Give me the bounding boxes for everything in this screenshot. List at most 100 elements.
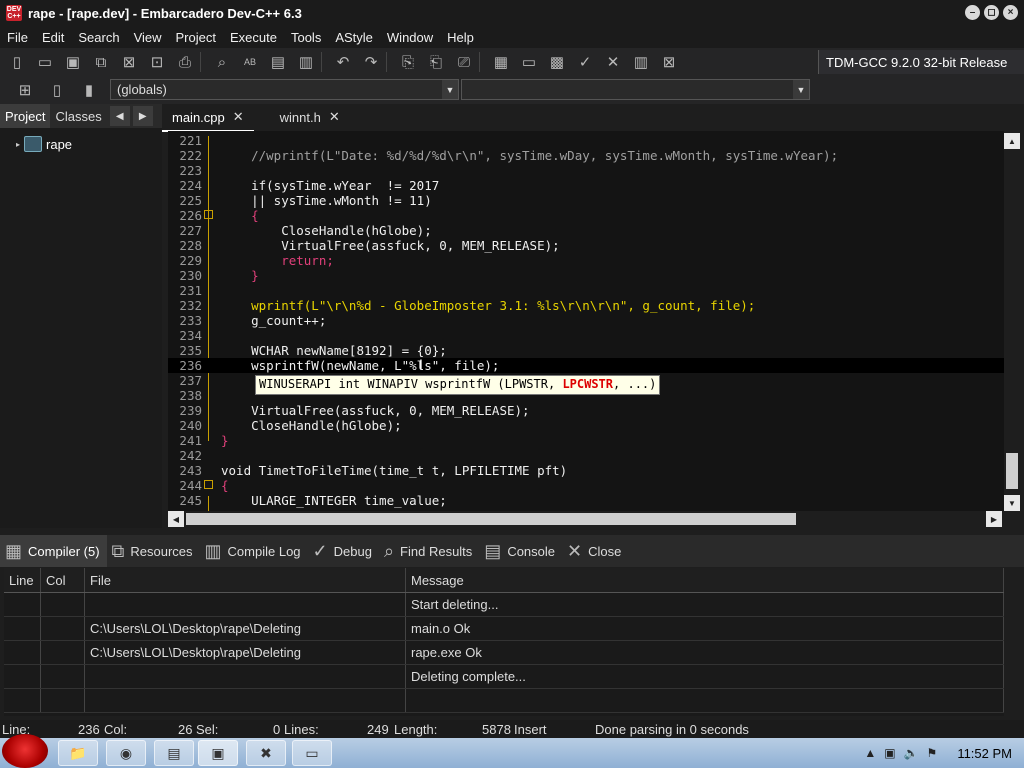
menu-edit[interactable]: Edit bbox=[35, 30, 71, 45]
column-header[interactable]: Col bbox=[41, 568, 85, 592]
stop-execution-icon[interactable]: ✕ bbox=[602, 51, 624, 73]
scroll-up-icon[interactable]: ▲ bbox=[1004, 133, 1020, 149]
check-icon: ✓ bbox=[312, 540, 328, 561]
project-options-icon[interactable]: ⎚ bbox=[453, 51, 475, 73]
menu-window[interactable]: Window bbox=[380, 30, 440, 45]
chevron-down-icon[interactable]: ▼ bbox=[793, 80, 809, 99]
tab-compiler[interactable]: ▦ Compiler (5) bbox=[0, 535, 107, 567]
tab-compile-log[interactable]: ▥ Compile Log bbox=[200, 535, 308, 567]
column-header[interactable]: File bbox=[85, 568, 406, 592]
menu-astyle[interactable]: AStyle bbox=[328, 30, 380, 45]
print-icon[interactable]: ⎙ bbox=[174, 51, 196, 73]
menu-project[interactable]: Project bbox=[169, 30, 223, 45]
redo-icon[interactable]: ↷ bbox=[360, 51, 382, 73]
scroll-thumb[interactable] bbox=[1006, 453, 1018, 489]
compiler-select[interactable]: TDM-GCC 9.2.0 32-bit Release bbox=[818, 50, 1024, 74]
horizontal-scrollbar[interactable]: ◀ ▶ bbox=[168, 511, 1004, 527]
expand-icon[interactable]: ▸ bbox=[16, 140, 20, 149]
code-line: 242 bbox=[179, 448, 202, 463]
code-editor[interactable]: 221 222 //wprintf(L"Date: %d/%d/%d\r\n",… bbox=[168, 131, 1004, 511]
devcpp-task-icon[interactable]: ▣ bbox=[198, 740, 238, 766]
tab-main-cpp[interactable]: main.cpp ✕ bbox=[162, 104, 254, 132]
explorer-icon[interactable]: 📁 bbox=[58, 740, 98, 766]
save-icon[interactable]: ▣ bbox=[62, 51, 84, 73]
chrome-icon[interactable]: ◉ bbox=[106, 740, 146, 766]
start-button[interactable] bbox=[2, 734, 48, 768]
window-icon[interactable]: ▭ bbox=[292, 740, 332, 766]
debug-icon[interactable]: ⊠ bbox=[658, 51, 680, 73]
menu-file[interactable]: File bbox=[0, 30, 35, 45]
menu-help[interactable]: Help bbox=[440, 30, 481, 45]
chart-icon[interactable]: ▥ bbox=[630, 51, 652, 73]
menu-execute[interactable]: Execute bbox=[223, 30, 284, 45]
column-header[interactable]: Message bbox=[406, 568, 1004, 592]
menu-search[interactable]: Search bbox=[71, 30, 126, 45]
rebuild-icon[interactable]: ✓ bbox=[574, 51, 596, 73]
tab-debug[interactable]: ✓ Debug bbox=[308, 535, 379, 567]
x64dbg-icon[interactable]: ✖ bbox=[246, 740, 286, 766]
unindent-icon[interactable]: ▥ bbox=[295, 51, 317, 73]
chevron-left-icon[interactable]: ◀ bbox=[109, 106, 130, 126]
open-file-icon[interactable]: ▭ bbox=[34, 51, 56, 73]
bookmark-icon[interactable]: ▯ bbox=[46, 79, 68, 101]
scroll-down-icon[interactable]: ▼ bbox=[1004, 495, 1020, 511]
compile-run-icon[interactable]: ▩ bbox=[546, 51, 568, 73]
code-text: { bbox=[221, 208, 259, 223]
fold-toggle-icon[interactable] bbox=[204, 480, 213, 489]
close-all-icon[interactable]: ⊡ bbox=[146, 51, 168, 73]
tree-item-rape[interactable]: ▸ rape bbox=[16, 136, 72, 152]
close-file-icon[interactable]: ⊠ bbox=[118, 51, 140, 73]
tab-project[interactable]: Project bbox=[0, 104, 51, 128]
text-cursor-icon: I bbox=[419, 356, 423, 372]
chevron-right-icon[interactable]: ▶ bbox=[132, 106, 153, 126]
find-icon[interactable]: ⌕ bbox=[211, 51, 233, 73]
code-line: 221 bbox=[179, 133, 202, 148]
scroll-right-icon[interactable]: ▶ bbox=[986, 511, 1002, 527]
table-row[interactable]: Start deleting... bbox=[4, 593, 1004, 617]
tab-winnt-h[interactable]: winnt.h ✕ bbox=[270, 104, 350, 130]
table-row[interactable]: Deleting complete... bbox=[4, 665, 1004, 689]
minimize-button[interactable]: – bbox=[965, 5, 980, 20]
table-row[interactable] bbox=[4, 689, 1004, 713]
code-text: VirtualFree(assfuck, 0, MEM_RELEASE); bbox=[221, 403, 530, 418]
fold-toggle-icon[interactable] bbox=[204, 210, 213, 219]
new-project-icon[interactable]: ⎘ bbox=[397, 51, 419, 73]
toolbar-separator bbox=[479, 52, 480, 72]
volume-icon[interactable]: 🔈 bbox=[904, 746, 919, 760]
remove-project-icon[interactable]: ⎗ bbox=[425, 51, 447, 73]
class-browser-select[interactable]: (globals) ▼ bbox=[110, 79, 459, 100]
vertical-scrollbar[interactable]: ▲ ▼ bbox=[1004, 131, 1020, 511]
replace-icon[interactable]: AB bbox=[239, 51, 261, 73]
network-icon[interactable]: ▣ bbox=[884, 746, 895, 760]
close-panel-button[interactable]: ✕ Close bbox=[562, 535, 628, 567]
save-all-icon[interactable]: ⧉ bbox=[90, 51, 112, 73]
bookmark-toggle-icon[interactable]: ▮ bbox=[78, 79, 100, 101]
column-header[interactable]: Line bbox=[4, 568, 41, 592]
tab-console[interactable]: ▤ Console bbox=[479, 535, 562, 567]
tab-resources[interactable]: ⧉ Resources bbox=[107, 535, 200, 567]
flag-icon[interactable]: ⚑ bbox=[927, 746, 938, 760]
tab-find-results[interactable]: ⌕ Find Results bbox=[379, 535, 479, 567]
new-file-icon[interactable]: ▯ bbox=[6, 51, 28, 73]
menu-tools[interactable]: Tools bbox=[284, 30, 328, 45]
scroll-left-icon[interactable]: ◀ bbox=[168, 511, 184, 527]
compile-icon[interactable]: ▦ bbox=[490, 51, 512, 73]
close-icon[interactable]: ✕ bbox=[329, 109, 340, 125]
indent-icon[interactable]: ▤ bbox=[267, 51, 289, 73]
close-button[interactable]: × bbox=[1003, 5, 1018, 20]
maximize-button[interactable]: ◻ bbox=[984, 5, 999, 20]
run-icon[interactable]: ▭ bbox=[518, 51, 540, 73]
goto-icon[interactable]: ⊞ bbox=[14, 79, 36, 101]
tab-classes[interactable]: Classes bbox=[50, 104, 106, 128]
chevron-down-icon[interactable]: ▼ bbox=[442, 80, 458, 99]
clock[interactable]: 11:52 PM bbox=[957, 746, 1012, 761]
show-hidden-icon[interactable]: ▲ bbox=[864, 746, 876, 760]
undo-icon[interactable]: ↶ bbox=[332, 51, 354, 73]
scroll-thumb[interactable] bbox=[186, 513, 796, 525]
table-row[interactable]: C:\Users\LOL\Desktop\rape\Deleting main.o… bbox=[4, 617, 1004, 641]
menu-view[interactable]: View bbox=[127, 30, 169, 45]
function-select[interactable]: ▼ bbox=[461, 79, 810, 100]
notepad-icon[interactable]: ▤ bbox=[154, 740, 194, 766]
table-row[interactable]: C:\Users\LOL\Desktop\rape\Deleting rape.e… bbox=[4, 641, 1004, 665]
close-icon[interactable]: ✕ bbox=[233, 109, 244, 125]
